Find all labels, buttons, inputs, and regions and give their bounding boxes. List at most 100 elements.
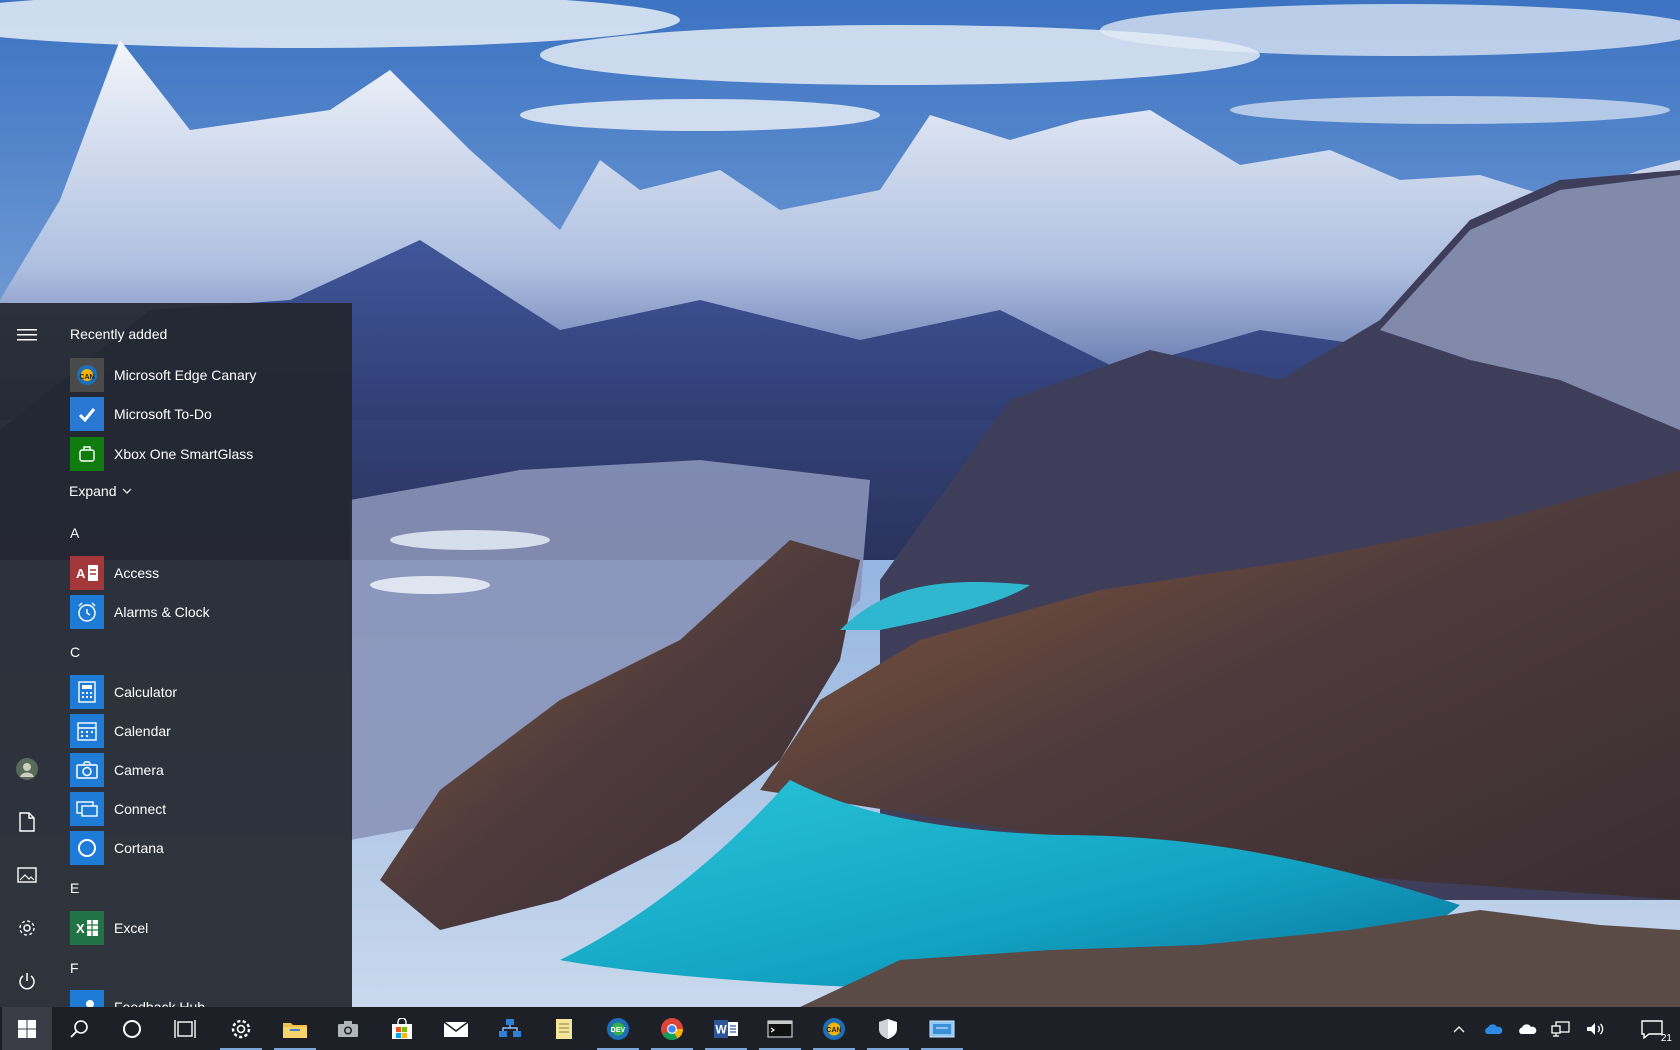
taskbar-word[interactable]: W (701, 1007, 751, 1050)
edge-canary-icon: CAN (70, 358, 104, 392)
tray-onedrive[interactable] (1476, 1007, 1510, 1050)
app-label: Connect (114, 801, 167, 817)
notification-count: 21 (1660, 1033, 1672, 1044)
group-header-e[interactable]: E (70, 880, 79, 896)
taskbar-settings[interactable] (216, 1007, 266, 1050)
pictures-icon (17, 867, 37, 883)
excel-icon: X (70, 911, 104, 945)
taskbar-file-explorer[interactable] (270, 1007, 320, 1050)
network-app-icon (499, 1018, 521, 1037)
hamburger-menu-button[interactable] (0, 310, 54, 360)
app-label: Cortana (114, 840, 164, 856)
svg-text:CAN: CAN (79, 374, 94, 381)
word-icon: W (714, 1019, 738, 1038)
documents-button[interactable] (0, 797, 54, 847)
group-header-a[interactable]: A (70, 525, 79, 541)
windows-logo-icon (18, 1019, 36, 1038)
xbox-smartglass-icon (70, 437, 104, 471)
group-header-f[interactable]: F (70, 960, 79, 976)
task-view-button[interactable] (160, 1007, 210, 1050)
app-item-camera[interactable]: Camera (70, 751, 346, 789)
cortana-button[interactable] (107, 1007, 157, 1050)
app-item-xbox-one-smartglass[interactable]: Xbox One SmartGlass (70, 435, 346, 473)
taskbar-windows-security[interactable] (863, 1007, 913, 1050)
settings-icon (19, 920, 35, 936)
app-item-connect[interactable]: Connect (70, 790, 346, 828)
tray-network[interactable] (1544, 1007, 1578, 1050)
recently-added-header: Recently added (70, 326, 168, 342)
notepad-icon (556, 1018, 572, 1039)
camera-icon (338, 1020, 358, 1037)
documents-icon (19, 812, 35, 832)
notification-icon (1641, 1019, 1663, 1039)
app-item-microsoft-edge-canary[interactable]: CAN Microsoft Edge Canary (70, 356, 346, 394)
settings-button[interactable] (0, 903, 54, 953)
chrome-icon (661, 1017, 683, 1040)
taskbar-chrome[interactable] (647, 1007, 697, 1050)
taskbar-terminal[interactable] (755, 1007, 805, 1050)
app-item-access[interactable]: A Access (70, 554, 346, 592)
app-label: Alarms & Clock (114, 604, 210, 620)
app-label: Microsoft To-Do (114, 406, 212, 422)
onedrive-icon (1485, 1023, 1503, 1034)
calculator-icon (70, 675, 104, 709)
app-label: Access (114, 565, 160, 581)
taskbar-network-app[interactable] (485, 1007, 535, 1050)
tray-volume[interactable] (1578, 1007, 1612, 1050)
hamburger-menu-icon (17, 329, 37, 341)
edge-canary-icon: CAN (823, 1017, 845, 1040)
svg-text:X: X (76, 921, 85, 936)
remote-desktop-icon (929, 1020, 955, 1037)
terminal-icon (767, 1019, 793, 1038)
settings-icon (231, 1019, 251, 1038)
start-menu-rail (0, 303, 54, 1007)
tray-onedrive-personal[interactable] (1510, 1007, 1544, 1050)
show-hidden-icons-button[interactable] (1442, 1007, 1476, 1050)
app-item-calendar[interactable]: Calendar (70, 712, 346, 750)
taskbar-edge-dev[interactable]: DEV (593, 1007, 643, 1050)
user-avatar-icon (16, 758, 38, 780)
cortana-icon (70, 831, 104, 865)
user-account-button[interactable] (0, 744, 54, 794)
taskbar-camera[interactable] (323, 1007, 373, 1050)
app-label: Xbox One SmartGlass (114, 446, 254, 462)
svg-text:A: A (76, 566, 86, 581)
todo-icon (70, 397, 104, 431)
taskbar-edge-canary[interactable]: CAN (809, 1007, 859, 1050)
app-item-calculator[interactable]: Calculator (70, 673, 346, 711)
camera-icon (70, 753, 104, 787)
taskbar-notepad[interactable] (539, 1007, 589, 1050)
taskbar: DEV W CAN 21 (0, 1007, 1680, 1050)
search-button[interactable] (54, 1007, 104, 1050)
app-list: Recently added CAN Microsoft Edge Canary… (54, 303, 352, 1007)
pictures-button[interactable] (0, 850, 54, 900)
access-icon: A (70, 556, 104, 590)
taskbar-remote-desktop[interactable] (917, 1007, 967, 1050)
app-label: Feedback Hub (114, 999, 206, 1007)
svg-text:CAN: CAN (826, 1027, 841, 1034)
power-button[interactable] (0, 956, 54, 1006)
onedrive-personal-icon (1519, 1023, 1537, 1034)
taskbar-store[interactable] (377, 1007, 427, 1050)
app-item-alarms-clock[interactable]: Alarms & Clock (70, 593, 346, 631)
app-item-cortana[interactable]: Cortana (70, 829, 346, 867)
feedback-hub-icon (70, 990, 104, 1007)
store-icon (392, 1017, 412, 1039)
app-item-excel[interactable]: X Excel (70, 909, 346, 947)
group-header-c[interactable]: C (70, 644, 80, 660)
calendar-icon (70, 714, 104, 748)
app-item-feedback-hub[interactable]: Feedback Hub (70, 988, 346, 1007)
chevron-down-icon (123, 488, 132, 494)
app-label: Calculator (114, 684, 178, 700)
mail-icon (443, 1020, 469, 1037)
expand-button[interactable]: Expand (69, 483, 132, 499)
search-icon (70, 1019, 88, 1038)
taskbar-mail[interactable] (431, 1007, 481, 1050)
app-item-microsoft-to-do[interactable]: Microsoft To-Do (70, 395, 346, 433)
app-label: Calendar (114, 723, 171, 739)
connect-icon (70, 792, 104, 826)
network-icon (1551, 1020, 1570, 1037)
action-center-button[interactable]: 21 (1628, 1007, 1676, 1050)
start-button[interactable] (2, 1007, 52, 1050)
app-label: Microsoft Edge Canary (114, 367, 257, 383)
